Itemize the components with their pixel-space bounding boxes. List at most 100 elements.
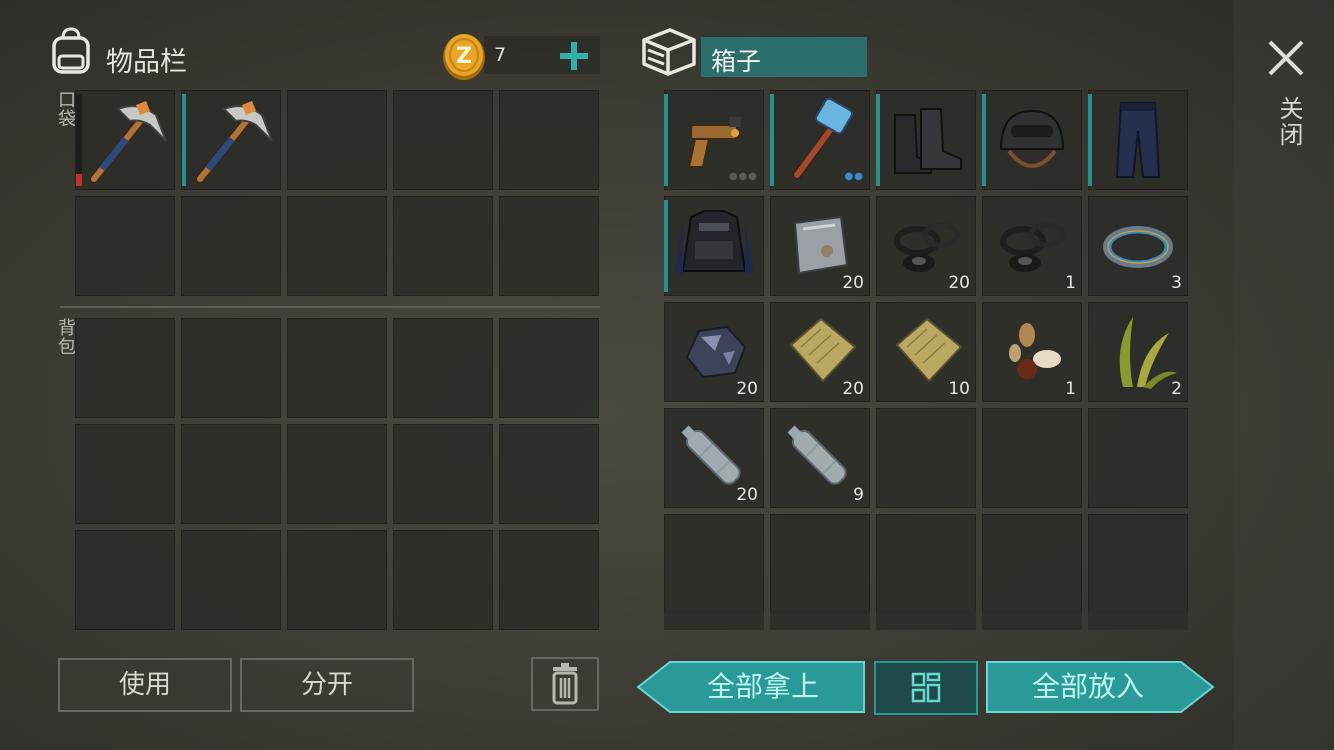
add-coins-button[interactable] bbox=[556, 38, 592, 74]
box-slot[interactable] bbox=[1088, 408, 1188, 508]
pocket-slot[interactable] bbox=[287, 196, 387, 296]
wire-coil-icon bbox=[1103, 226, 1173, 268]
trash-icon bbox=[552, 663, 578, 705]
pickaxe-icon bbox=[195, 101, 273, 184]
plant-fiber-icon bbox=[1119, 317, 1177, 389]
backpack-slot[interactable] bbox=[393, 530, 493, 630]
backpack-slot[interactable] bbox=[287, 424, 387, 524]
durability-bar bbox=[770, 94, 774, 186]
vest-icon bbox=[675, 210, 753, 275]
boots-icon bbox=[894, 108, 962, 174]
coin-icon: Z bbox=[440, 30, 488, 82]
backpack-icon bbox=[46, 26, 96, 76]
backpack-slot[interactable] bbox=[181, 318, 281, 418]
box-slot[interactable] bbox=[1088, 90, 1188, 190]
put-all-button[interactable]: 全部放入 bbox=[985, 660, 1215, 714]
upgrade-dots: ●● bbox=[844, 171, 864, 182]
box-grid-overflow bbox=[664, 610, 1188, 630]
box-slot[interactable]: 20 bbox=[664, 408, 764, 508]
take-all-label: 全部拿上 bbox=[706, 670, 819, 703]
backpack-slot[interactable] bbox=[393, 424, 493, 524]
put-all-label: 全部放入 bbox=[1031, 670, 1144, 703]
backpack-slot[interactable] bbox=[75, 318, 175, 418]
item-count: 20 bbox=[736, 485, 758, 505]
ammo-dots: ●●● bbox=[728, 171, 758, 182]
box-slot[interactable]: 1 bbox=[982, 196, 1082, 296]
box-slot[interactable]: ●●● bbox=[664, 90, 764, 190]
rubber-rings-icon bbox=[1000, 222, 1066, 272]
box-slot[interactable]: 1 bbox=[982, 302, 1082, 402]
svg-text:Z: Z bbox=[456, 44, 472, 69]
box-slot[interactable]: 20 bbox=[770, 302, 870, 402]
seeds-icon bbox=[1009, 323, 1061, 379]
backpack-slot[interactable] bbox=[287, 318, 387, 418]
backpack-slot[interactable] bbox=[75, 424, 175, 524]
durability-bar bbox=[876, 94, 880, 186]
backpack-slot[interactable] bbox=[499, 318, 599, 418]
use-button[interactable]: 使用 bbox=[58, 658, 232, 712]
pocket-slot[interactable] bbox=[75, 196, 175, 296]
backpack-slot[interactable] bbox=[393, 318, 493, 418]
item-count: 10 bbox=[948, 379, 970, 399]
backpack-slot[interactable] bbox=[181, 424, 281, 524]
box-slot[interactable] bbox=[876, 514, 976, 614]
backpack-slot[interactable] bbox=[287, 530, 387, 630]
durability-bar bbox=[664, 200, 668, 292]
box-slot[interactable] bbox=[664, 196, 764, 296]
backpack-slot[interactable] bbox=[75, 530, 175, 630]
split-button[interactable]: 分开 bbox=[240, 658, 414, 712]
box-slot[interactable] bbox=[982, 90, 1082, 190]
durability-bar bbox=[664, 94, 668, 186]
close-label: 关闭 bbox=[1275, 96, 1303, 148]
box-slot[interactable] bbox=[876, 90, 976, 190]
plus-icon bbox=[560, 42, 588, 70]
pocket-slot[interactable] bbox=[393, 196, 493, 296]
box-slot[interactable]: 20 bbox=[664, 302, 764, 402]
pocket-slot[interactable] bbox=[499, 196, 599, 296]
box-slot[interactable]: 10 bbox=[876, 302, 976, 402]
pocket-slot[interactable] bbox=[181, 196, 281, 296]
close-button[interactable]: 关闭 bbox=[1262, 34, 1310, 164]
box-slot[interactable]: 9 bbox=[770, 408, 870, 508]
durability-bar bbox=[982, 94, 986, 186]
trash-button[interactable] bbox=[531, 657, 599, 711]
box-slot[interactable]: ●● bbox=[770, 90, 870, 190]
item-count: 20 bbox=[842, 273, 864, 293]
pocket-slot[interactable] bbox=[181, 90, 281, 190]
item-count: 20 bbox=[948, 273, 970, 293]
box-slot[interactable]: 20 bbox=[770, 196, 870, 296]
item-count: 2 bbox=[1171, 379, 1182, 399]
item-count: 20 bbox=[842, 379, 864, 399]
backpack-slot[interactable] bbox=[499, 424, 599, 524]
sort-button[interactable] bbox=[874, 661, 978, 715]
coin-count: 7 bbox=[494, 44, 507, 66]
box-slot[interactable] bbox=[982, 408, 1082, 508]
box-slot[interactable] bbox=[664, 514, 764, 614]
box-title-field[interactable]: 箱子 bbox=[701, 37, 867, 77]
box-slot[interactable] bbox=[770, 514, 870, 614]
section-divider bbox=[60, 306, 600, 308]
inventory-title: 物品栏 bbox=[106, 47, 187, 78]
durability-bar bbox=[1088, 94, 1092, 186]
box-slot[interactable]: 2 bbox=[1088, 302, 1188, 402]
box-slot[interactable] bbox=[982, 514, 1082, 614]
grid-sort-icon bbox=[911, 672, 941, 703]
pocket-slot[interactable] bbox=[499, 90, 599, 190]
close-icon bbox=[1268, 40, 1304, 76]
pickaxe-icon bbox=[89, 101, 167, 184]
item-count: 1 bbox=[1065, 273, 1076, 293]
backpack-slot[interactable] bbox=[181, 530, 281, 630]
box-slot[interactable]: 20 bbox=[876, 196, 976, 296]
pocket-slot[interactable] bbox=[287, 90, 387, 190]
helmet-icon bbox=[999, 109, 1065, 168]
take-all-button[interactable]: 全部拿上 bbox=[636, 660, 866, 714]
pants-icon bbox=[1115, 102, 1161, 178]
box-slot[interactable] bbox=[1088, 514, 1188, 614]
pocket-slot[interactable] bbox=[393, 90, 493, 190]
box-slot[interactable]: 3 bbox=[1088, 196, 1188, 296]
water-bottle-icon bbox=[787, 425, 847, 485]
backpack-slot[interactable] bbox=[499, 530, 599, 630]
pocket-slot[interactable] bbox=[75, 90, 175, 190]
box-slot[interactable] bbox=[876, 408, 976, 508]
box-icon bbox=[640, 26, 698, 78]
